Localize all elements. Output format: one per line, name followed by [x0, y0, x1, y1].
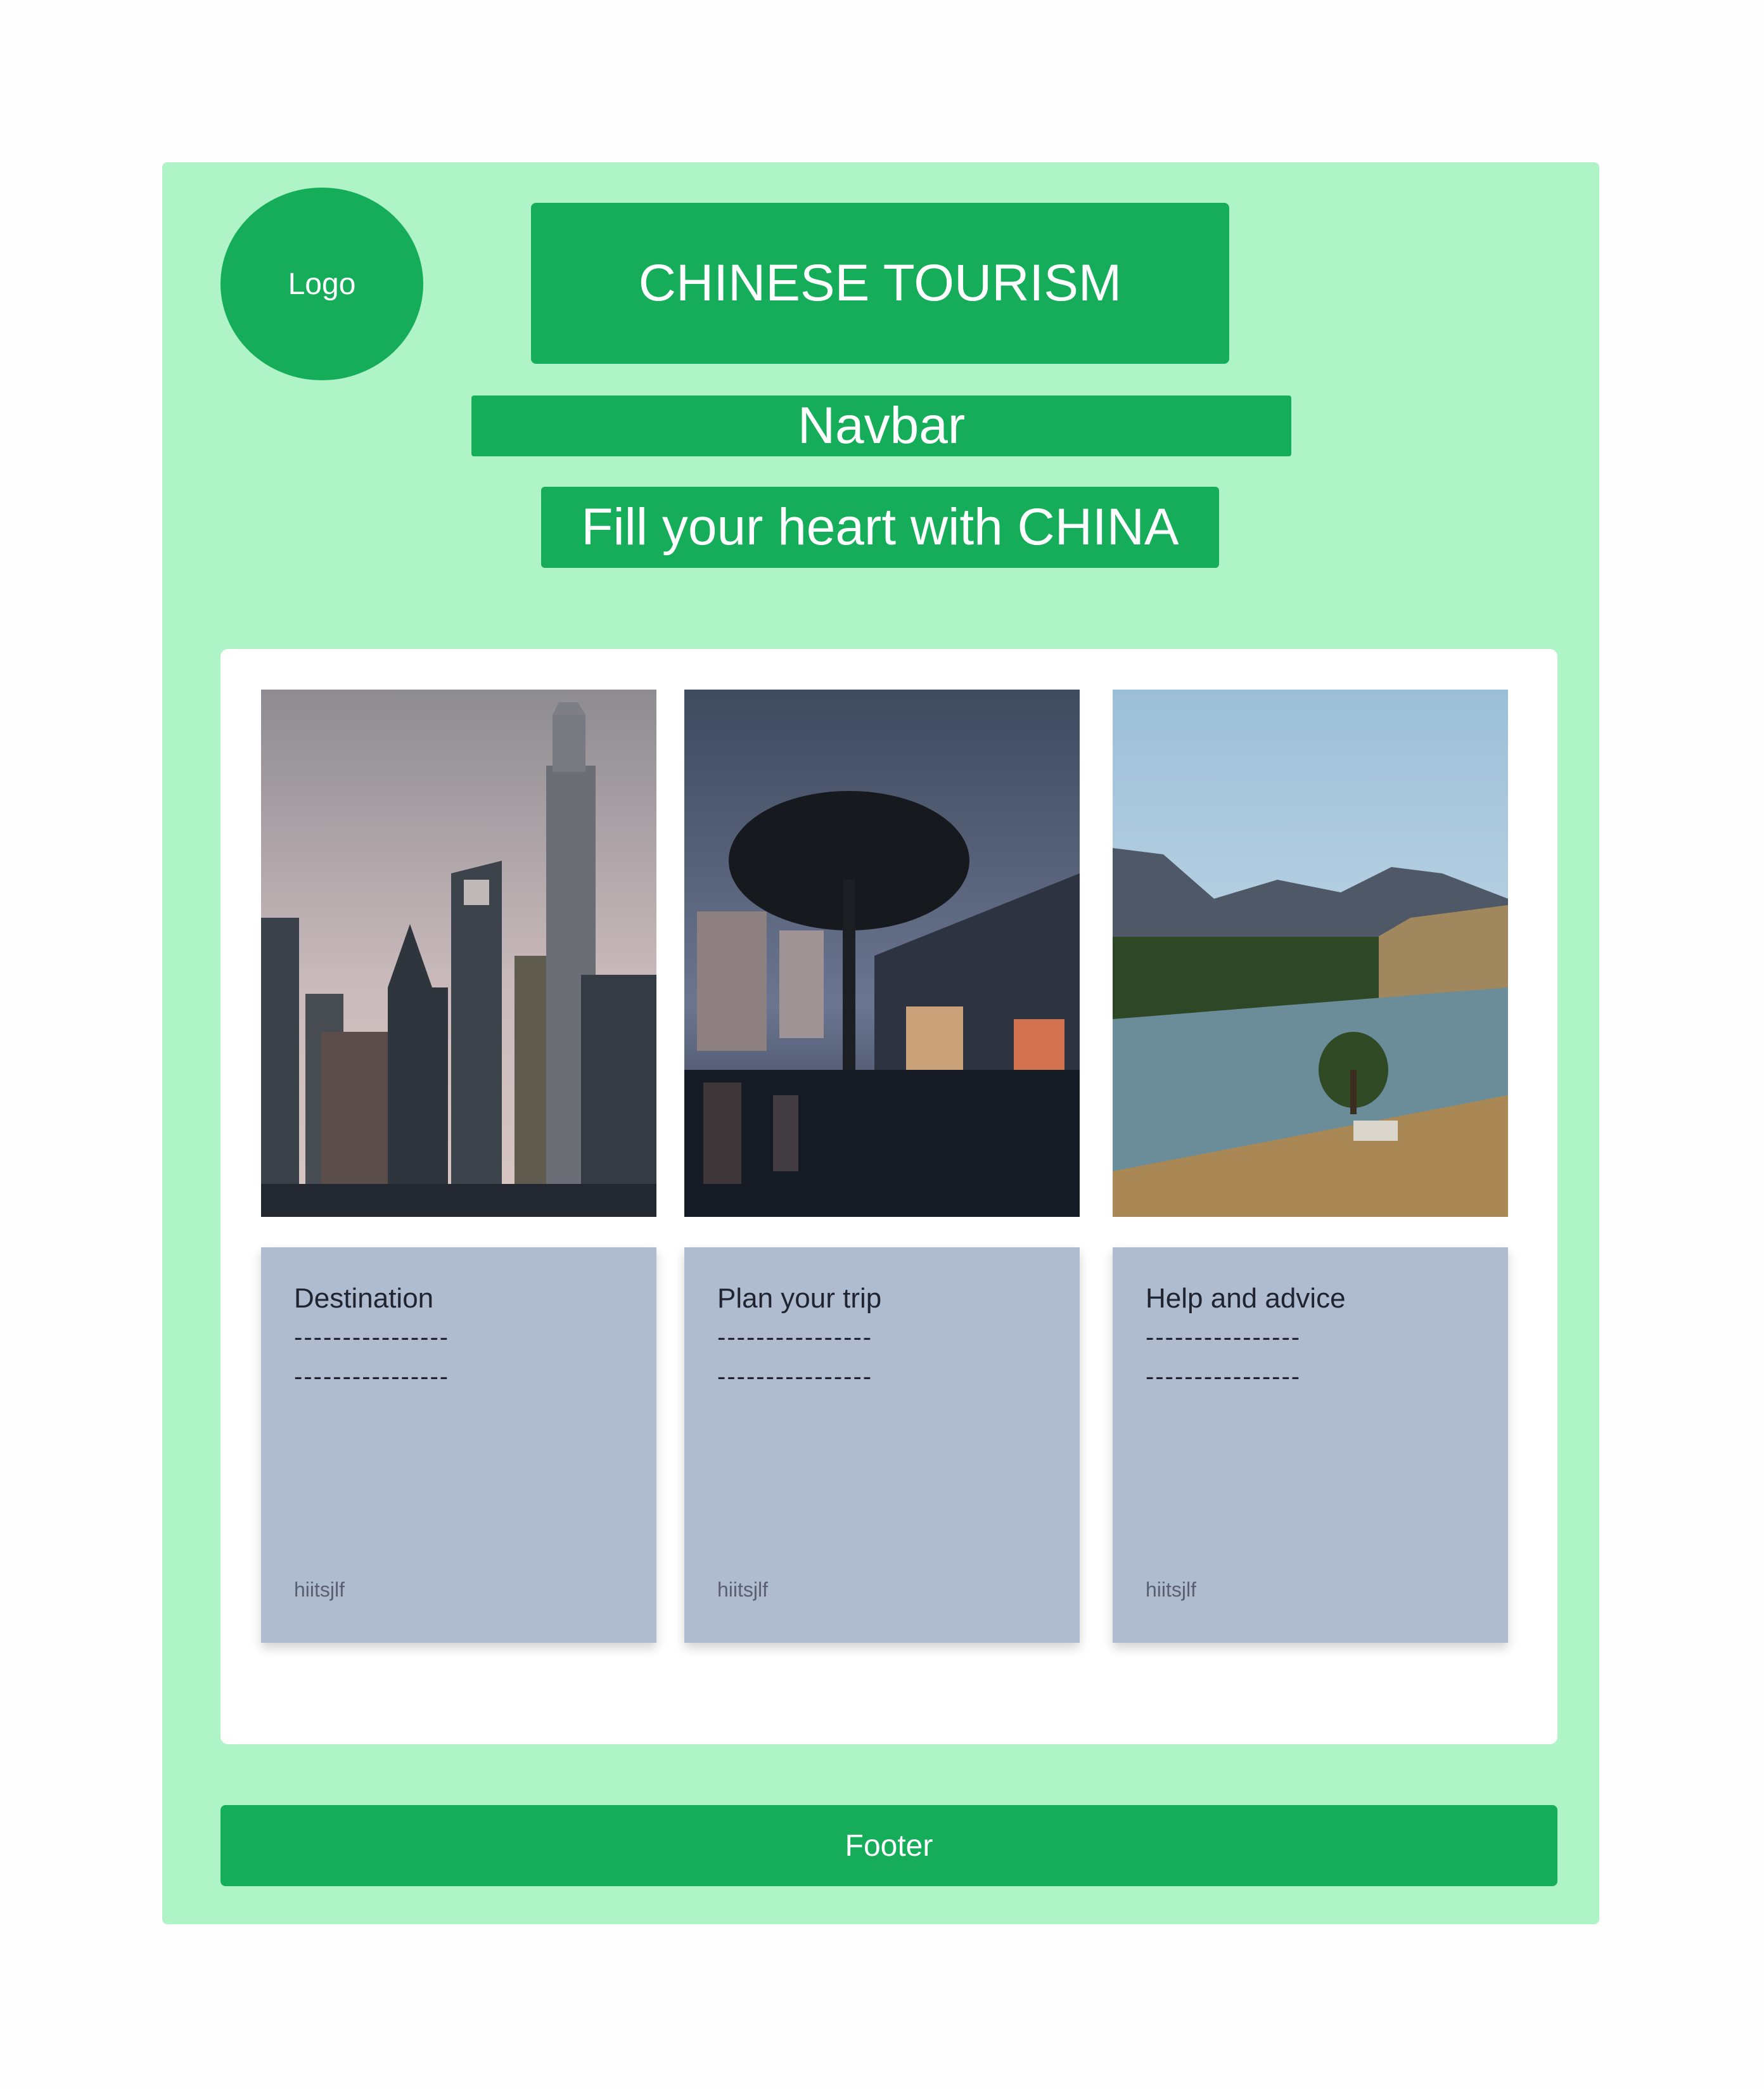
card-title: Plan your trip: [717, 1283, 882, 1314]
card-author: hiitsjlf: [717, 1578, 769, 1601]
canal-town-night-photo: [684, 690, 1080, 1217]
card-title: Help and advice: [1146, 1283, 1346, 1314]
content-panel: Destination ---------------- -----------…: [220, 649, 1557, 1744]
card-divider: ----------------: [717, 1363, 873, 1391]
footer: Footer: [220, 1805, 1557, 1886]
city-skyline-photo: [261, 690, 656, 1217]
site-title-banner: CHINESE TOURISM: [531, 203, 1229, 364]
site-title: CHINESE TOURISM: [638, 254, 1122, 312]
card-divider: ----------------: [717, 1323, 873, 1351]
page-container: Logo CHINESE TOURISM Navbar Fill your he…: [162, 162, 1599, 1924]
navbar-label: Navbar: [797, 397, 966, 454]
logo[interactable]: Logo: [220, 188, 423, 380]
tagline-banner: Fill your heart with CHINA: [541, 487, 1219, 568]
footer-text: Footer: [845, 1829, 933, 1863]
card-divider: ----------------: [1146, 1363, 1301, 1391]
navbar[interactable]: Navbar: [471, 395, 1291, 456]
card-divider: ----------------: [294, 1363, 450, 1391]
card-plan-your-trip[interactable]: Plan your trip ---------------- --------…: [684, 1247, 1080, 1643]
card-author: hiitsjlf: [294, 1578, 345, 1601]
card-destination[interactable]: Destination ---------------- -----------…: [261, 1247, 656, 1643]
tagline-text: Fill your heart with CHINA: [581, 498, 1179, 556]
card-divider: ----------------: [1146, 1323, 1301, 1351]
mountain-river-photo: [1113, 690, 1508, 1217]
logo-text: Logo: [288, 267, 356, 301]
card-divider: ----------------: [294, 1323, 450, 1351]
card-help-and-advice[interactable]: Help and advice ---------------- -------…: [1113, 1247, 1508, 1643]
card-author: hiitsjlf: [1146, 1578, 1197, 1601]
card-title: Destination: [294, 1283, 434, 1314]
